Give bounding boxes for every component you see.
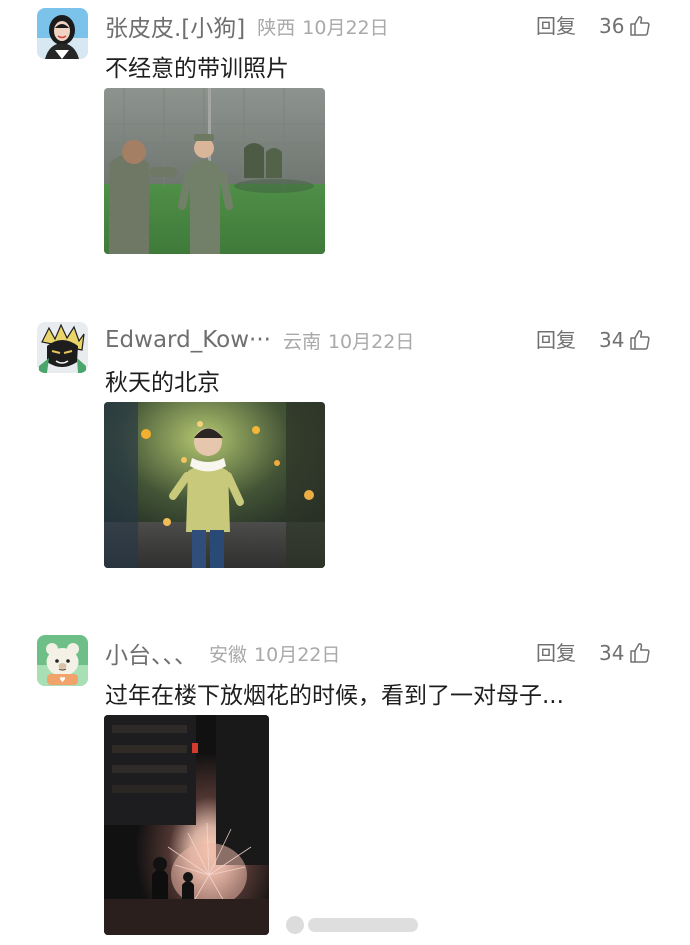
bear-avatar-icon: ♥ xyxy=(37,635,88,686)
comment-photo[interactable] xyxy=(104,715,269,935)
username[interactable]: 张皮皮.[小狗] xyxy=(105,9,245,43)
thumbs-up-icon xyxy=(630,643,651,663)
like-count: 34 xyxy=(599,641,625,665)
avatar[interactable] xyxy=(37,8,88,59)
watermark-logo-icon xyxy=(286,916,304,934)
comment-date: 10月22日 xyxy=(327,330,415,353)
reply-button[interactable]: 回复 xyxy=(536,635,576,671)
location-label: 陕西 xyxy=(257,16,296,39)
like-button[interactable]: 36 xyxy=(599,8,652,44)
comment-meta: Edward_Kow··· 云南 10月22日 xyxy=(105,322,414,358)
comment-item: ♥ 小台、、、 安徽 10月22日 回复 34 过年在楼下放烟花的时候，看到了一… xyxy=(0,627,690,945)
comment-meta: 张皮皮.[小狗] 陕西 10月22日 xyxy=(105,8,389,44)
comment-item: 张皮皮.[小狗] 陕西 10月22日 回复 36 不经意的带训照片 xyxy=(0,0,690,300)
like-button[interactable]: 34 xyxy=(599,635,652,671)
anime-avatar-icon xyxy=(37,322,88,373)
location-label: 安徽 xyxy=(209,643,248,666)
comment-list-page: 张皮皮.[小狗] 陕西 10月22日 回复 36 不经意的带训照片 Edward… xyxy=(0,0,690,945)
username[interactable]: 小台、、、 xyxy=(105,636,197,670)
comment-date: 10月22日 xyxy=(254,643,341,666)
comment-text: 不经意的带训照片 xyxy=(105,56,289,82)
military-training-photo-icon xyxy=(104,88,325,254)
comment-item: Edward_Kow··· 云南 10月22日 回复 34 秋天的北京 xyxy=(0,314,690,614)
comment-text: 过年在楼下放烟花的时候，看到了一对母子... xyxy=(105,683,564,709)
reply-button[interactable]: 回复 xyxy=(536,8,576,44)
comment-photo[interactable] xyxy=(104,88,325,254)
comment-text: 秋天的北京 xyxy=(105,370,220,396)
comment-meta: 小台、、、 安徽 10月22日 xyxy=(105,635,340,671)
avatar[interactable] xyxy=(37,322,88,373)
svg-text:♥: ♥ xyxy=(59,676,65,684)
girl-avatar-icon xyxy=(37,8,88,59)
comment-photo[interactable] xyxy=(104,402,325,568)
username[interactable]: Edward_Kow··· xyxy=(105,327,271,353)
fireworks-photo-icon xyxy=(104,715,269,935)
thumbs-up-icon xyxy=(630,330,651,350)
like-count: 36 xyxy=(599,14,625,38)
thumbs-up-icon xyxy=(630,16,651,36)
avatar[interactable]: ♥ xyxy=(37,635,88,686)
like-button[interactable]: 34 xyxy=(599,322,652,358)
location-label: 云南 xyxy=(282,330,321,353)
watermark xyxy=(286,912,418,938)
comment-date: 10月22日 xyxy=(302,16,389,39)
autumn-child-photo-icon xyxy=(104,402,325,568)
watermark-text-mark xyxy=(308,918,418,932)
reply-button[interactable]: 回复 xyxy=(536,322,576,358)
like-count: 34 xyxy=(599,328,625,352)
